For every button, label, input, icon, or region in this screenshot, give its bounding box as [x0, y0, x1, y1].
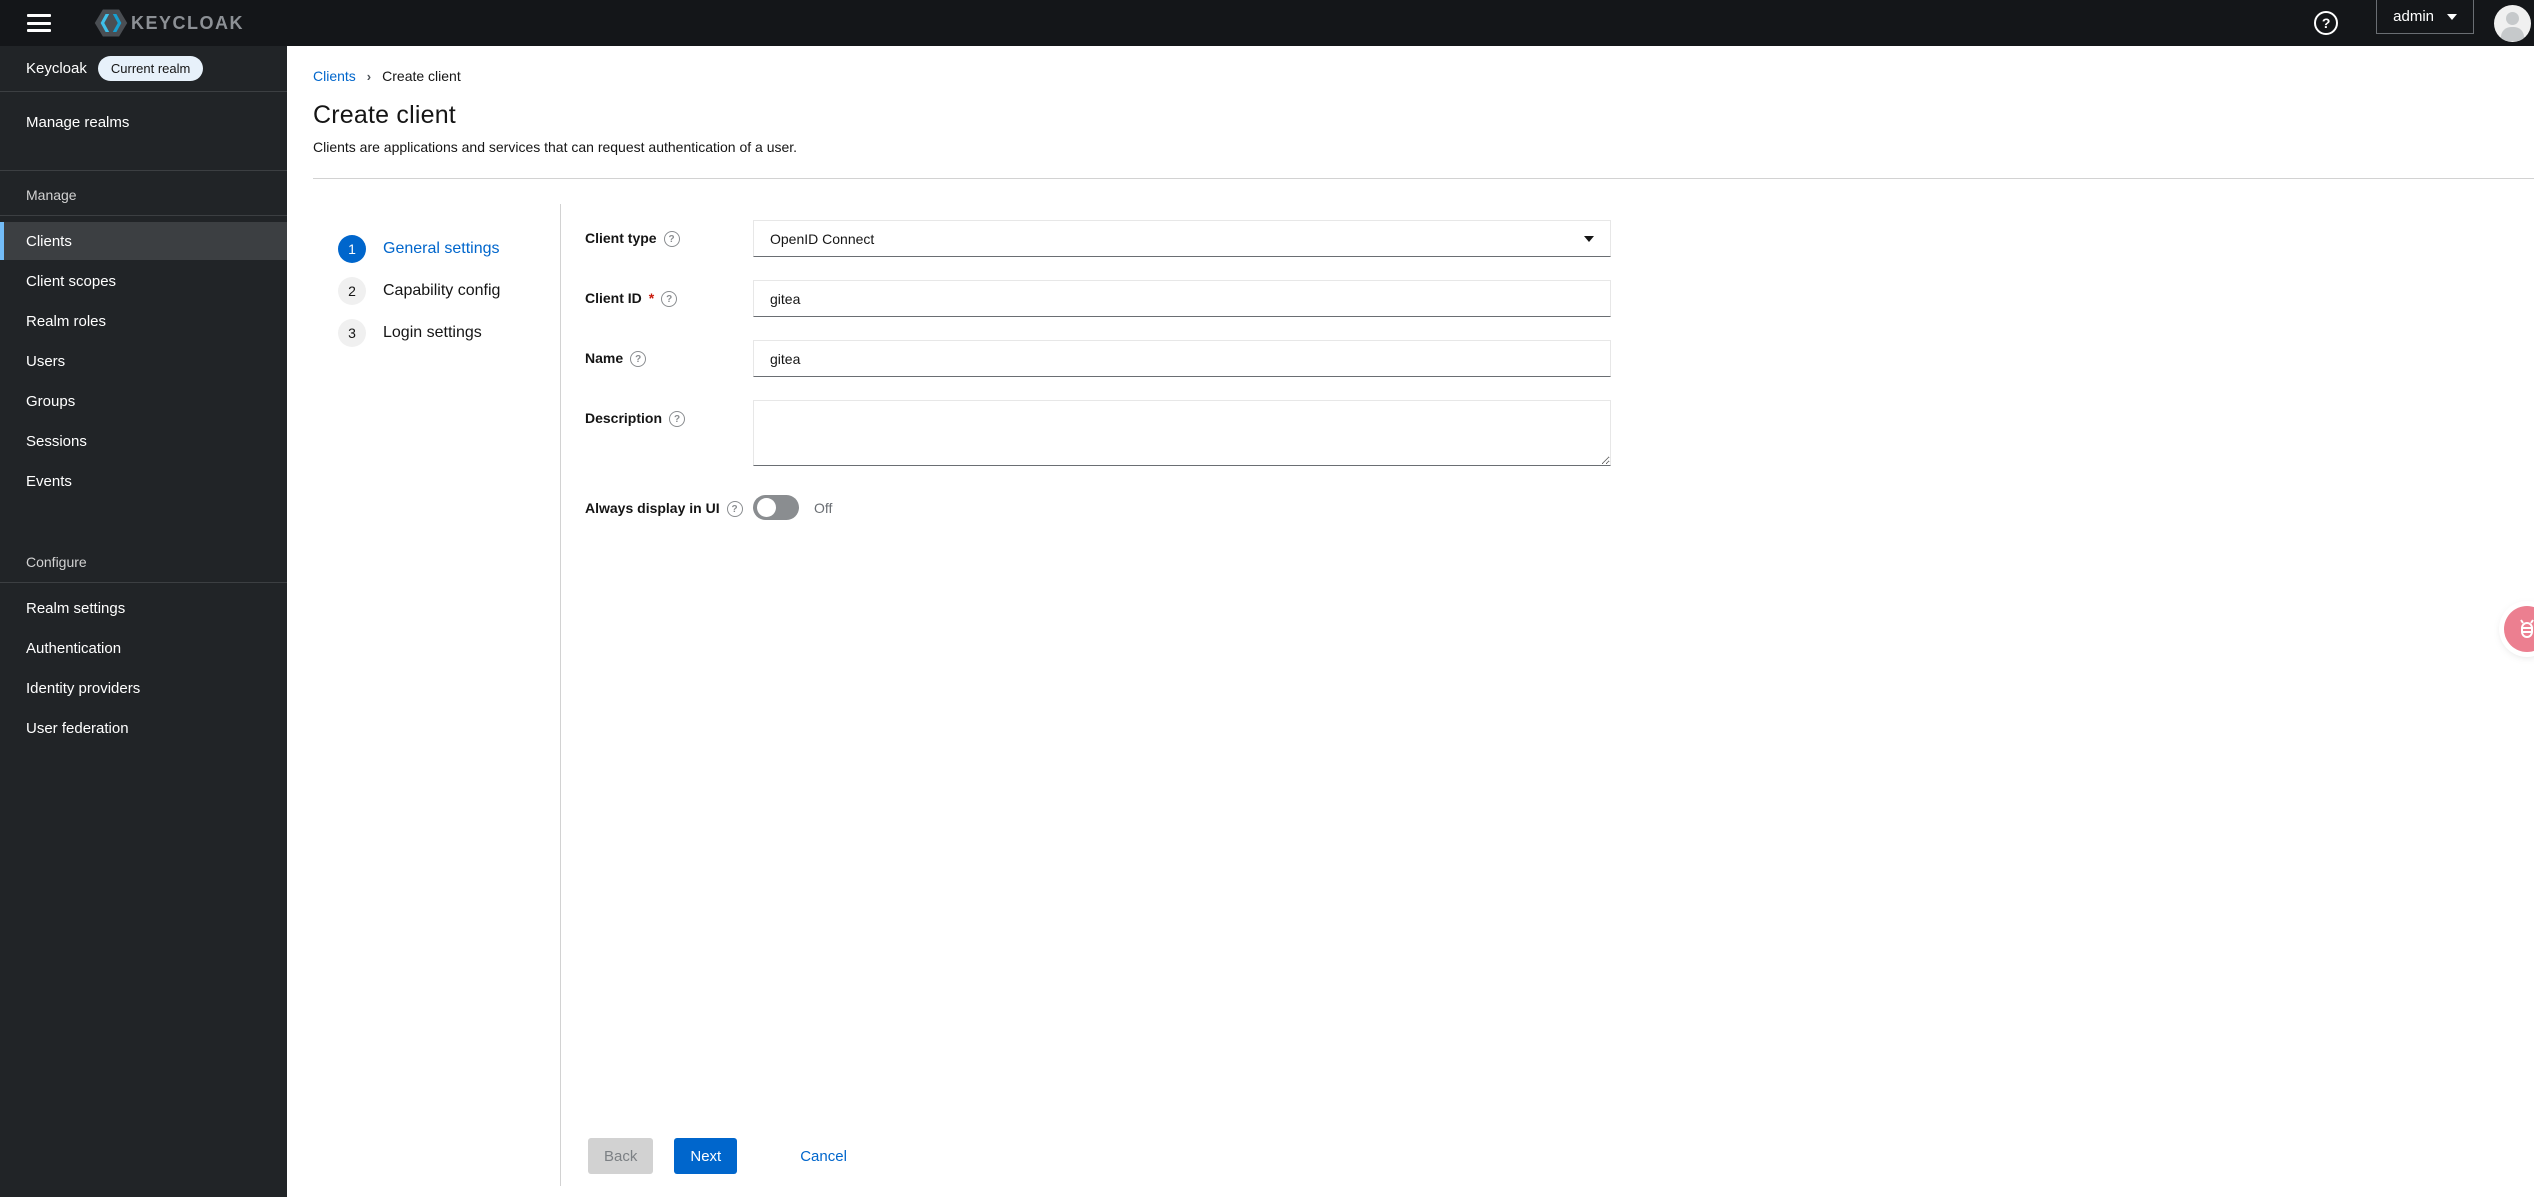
sidebar-item-realm-roles[interactable]: Realm roles — [0, 302, 287, 340]
sidebar-item-user-federation[interactable]: User federation — [0, 709, 287, 747]
toggle-knob — [757, 498, 776, 517]
avatar[interactable] — [2494, 4, 2531, 42]
nav-section-configure: Configure — [0, 538, 287, 583]
user-menu-dropdown[interactable]: admin — [2376, 0, 2474, 34]
main-content: Clients › Create client Create client Cl… — [287, 46, 2534, 1197]
current-realm-badge: Current realm — [97, 56, 204, 81]
always-display-row: Always display in UI ? Off — [585, 490, 2534, 520]
question-circle-icon[interactable]: ? — [630, 351, 647, 367]
question-circle-icon[interactable]: ? — [663, 231, 680, 247]
description-textarea[interactable] — [753, 400, 1611, 466]
hamburger-menu-icon[interactable] — [27, 14, 51, 32]
breadcrumb-chevron-icon: › — [366, 68, 372, 84]
step-number: 2 — [338, 277, 366, 305]
always-display-label: Always display in UI — [585, 500, 720, 516]
client-type-row: Client type ? OpenID Connect — [585, 220, 2534, 257]
step-label: General settings — [383, 240, 500, 257]
breadcrumb: Clients › Create client — [313, 68, 2534, 84]
nav-section-manage: Manage — [0, 171, 287, 216]
user-menu-label: admin — [2393, 8, 2434, 25]
wizard-steps-nav: 1 General settings 2 Capability config 3… — [287, 204, 561, 1186]
client-type-label: Client type — [585, 230, 657, 246]
required-asterisk: * — [648, 290, 655, 306]
toggle-state-label: Off — [814, 499, 833, 516]
sidebar-item-realm-settings[interactable]: Realm settings — [0, 589, 287, 627]
sidebar: Keycloak Current realm Manage realms Man… — [0, 46, 287, 1197]
sidebar-item-sessions[interactable]: Sessions — [0, 422, 287, 460]
client-id-label: Client ID — [585, 290, 642, 306]
bug-icon — [2520, 619, 2534, 638]
name-input[interactable] — [753, 340, 1611, 377]
sidebar-item-identity-providers[interactable]: Identity providers — [0, 669, 287, 707]
description-row: Description ? — [585, 400, 2534, 471]
step-label: Capability config — [383, 282, 501, 299]
always-display-toggle[interactable] — [753, 495, 799, 520]
sidebar-item-authentication[interactable]: Authentication — [0, 629, 287, 667]
caret-down-icon — [2447, 13, 2457, 20]
keycloak-logo: KEYCLOAK — [93, 5, 244, 41]
client-id-row: Client ID * ? — [585, 280, 2534, 317]
cancel-link[interactable]: Cancel — [800, 1148, 847, 1165]
next-button[interactable]: Next — [674, 1138, 738, 1174]
realm-selector[interactable]: Keycloak Current realm — [0, 46, 287, 92]
brand-text: KEYCLOAK — [131, 12, 245, 33]
question-circle-icon[interactable]: ? — [726, 501, 743, 517]
step-number: 3 — [338, 319, 366, 347]
sidebar-item-events[interactable]: Events — [0, 462, 287, 500]
sidebar-item-groups[interactable]: Groups — [0, 382, 287, 420]
page-header: Clients › Create client Create client Cl… — [287, 46, 2534, 179]
breadcrumb-link-clients[interactable]: Clients — [313, 68, 356, 84]
step-label: Login settings — [383, 324, 482, 341]
question-circle-icon[interactable]: ? — [669, 411, 686, 427]
name-label: Name — [585, 350, 624, 366]
name-row: Name ? — [585, 340, 2534, 377]
breadcrumb-current: Create client — [382, 68, 461, 84]
page-title: Create client — [313, 101, 456, 129]
back-button[interactable]: Back — [588, 1138, 654, 1174]
keycloak-logo-icon — [94, 9, 128, 37]
avatar-icon — [2506, 11, 2519, 25]
sidebar-item-client-scopes[interactable]: Client scopes — [0, 262, 287, 300]
client-id-input[interactable] — [753, 280, 1611, 317]
wizard-footer: Back Next Cancel — [588, 1138, 847, 1174]
page-subtitle: Clients are applications and services th… — [313, 139, 798, 155]
description-label: Description — [585, 410, 663, 426]
sidebar-item-manage-realms[interactable]: Manage realms — [0, 100, 287, 144]
client-type-select[interactable]: OpenID Connect — [753, 220, 1611, 257]
sidebar-item-users[interactable]: Users — [0, 342, 287, 380]
caret-down-icon — [1584, 235, 1594, 242]
sidebar-item-clients[interactable]: Clients — [0, 222, 287, 260]
wizard-step-capability-config[interactable]: 2 Capability config — [338, 277, 560, 305]
client-type-selected-value: OpenID Connect — [770, 230, 875, 247]
realm-name: Keycloak — [26, 60, 87, 77]
step-number: 1 — [338, 235, 366, 263]
create-client-form: Client type ? OpenID Connect Client ID *… — [561, 179, 2534, 1197]
masthead: KEYCLOAK ? admin — [0, 0, 2534, 46]
wizard-step-general-settings[interactable]: 1 General settings — [338, 235, 560, 263]
wizard-step-login-settings[interactable]: 3 Login settings — [338, 319, 560, 347]
wizard: 1 General settings 2 Capability config 3… — [287, 179, 2534, 1197]
question-circle-icon[interactable]: ? — [661, 291, 678, 307]
help-icon[interactable]: ? — [2314, 11, 2339, 35]
